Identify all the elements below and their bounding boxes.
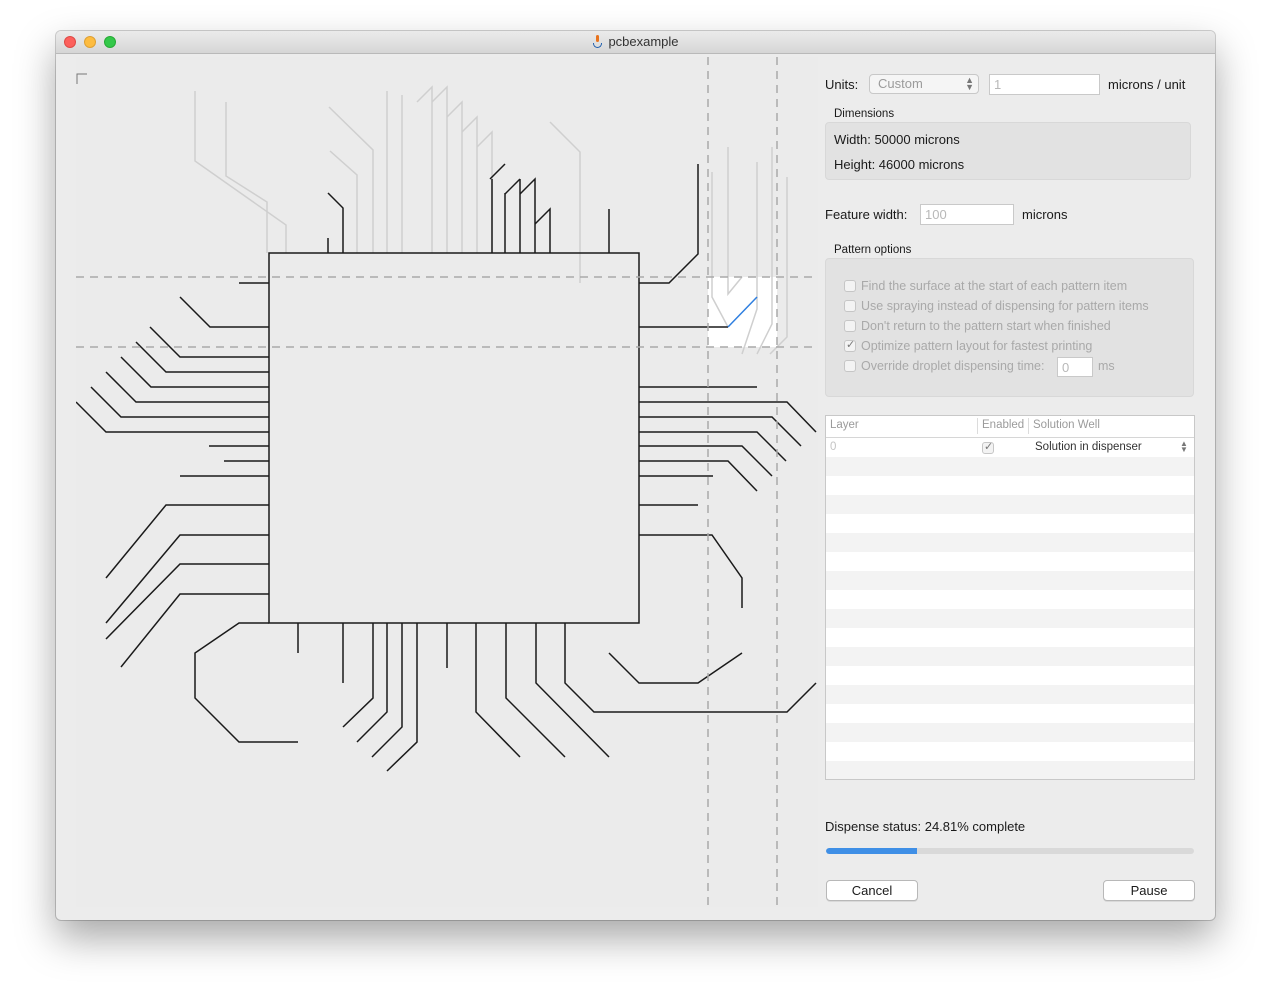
units-popup-value: Custom xyxy=(878,76,923,91)
option-dont-return[interactable]: Don't return to the pattern start when f… xyxy=(844,319,1111,335)
dispense-progress-bar xyxy=(826,848,1194,854)
pattern-canvas[interactable] xyxy=(76,57,818,907)
chip-outline xyxy=(268,252,640,624)
chevron-updown-icon: ▲ ▼ xyxy=(965,75,974,92)
column-header-enabled[interactable]: Enabled xyxy=(982,419,1024,431)
completed-traces xyxy=(76,163,817,772)
window-title: pcbexample xyxy=(56,34,1215,49)
units-popup[interactable]: Custom ▲ ▼ xyxy=(869,74,979,94)
pattern-options-group-label: Pattern options xyxy=(834,244,912,256)
layers-table[interactable]: Layer Enabled Solution Well 0 Solution i… xyxy=(825,415,1195,780)
origin-corner-mark xyxy=(76,73,87,84)
pcb-pattern-drawing xyxy=(76,57,818,907)
table-row[interactable]: 0 Solution in dispenser ▲▼ xyxy=(826,438,1194,457)
option-override-droplet[interactable]: Override droplet dispensing time: xyxy=(844,359,1044,375)
layer-enabled-checkbox[interactable] xyxy=(982,440,994,454)
pattern-options-group: Find the surface at the start of each pa… xyxy=(825,258,1194,397)
units-label: Units: xyxy=(825,77,859,92)
dimensions-width: Width: 50000 microns xyxy=(834,132,960,147)
app-window: pcbexample Units: Custom ▲ ▼ 1 microns /… xyxy=(56,31,1215,920)
option-use-spraying[interactable]: Use spraying instead of dispensing for p… xyxy=(844,299,1149,315)
dispense-progress-fill xyxy=(826,848,918,854)
dimensions-height: Height: 46000 microns xyxy=(834,157,965,172)
feature-width-suffix: microns xyxy=(1022,207,1068,222)
droplet-time-input[interactable]: 0 xyxy=(1057,357,1093,377)
layers-table-header: Layer Enabled Solution Well xyxy=(826,416,1194,438)
java-app-icon xyxy=(592,35,603,48)
checkbox-icon[interactable] xyxy=(844,338,856,352)
microns-per-unit-suffix: microns / unit xyxy=(1108,77,1186,92)
cancel-button[interactable]: Cancel xyxy=(826,880,918,901)
droplet-time-unit: ms xyxy=(1098,359,1115,373)
pause-button[interactable]: Pause xyxy=(1103,880,1195,901)
column-header-layer[interactable]: Layer xyxy=(830,419,859,431)
window-title-text: pcbexample xyxy=(608,34,679,49)
microns-per-unit-input[interactable]: 1 xyxy=(989,74,1100,95)
column-header-solution-well[interactable]: Solution Well xyxy=(1033,419,1100,431)
solution-well-popup[interactable]: Solution in dispenser xyxy=(1035,441,1142,453)
checkbox-icon[interactable] xyxy=(844,320,856,332)
checkbox-icon[interactable] xyxy=(844,300,856,312)
checkbox-icon[interactable] xyxy=(844,360,856,372)
option-optimize-layout[interactable]: Optimize pattern layout for fastest prin… xyxy=(844,338,1092,355)
dimensions-group: Width: 50000 microns Height: 46000 micro… xyxy=(825,122,1191,180)
layer-cell: 0 xyxy=(830,441,837,453)
dimensions-group-label: Dimensions xyxy=(834,108,895,120)
dispense-status-text: Dispense status: 24.81% complete xyxy=(825,819,1026,834)
title-bar[interactable]: pcbexample xyxy=(56,31,1215,54)
checkbox-icon[interactable] xyxy=(844,280,856,292)
feature-width-input[interactable]: 100 xyxy=(920,204,1014,225)
chevron-updown-icon[interactable]: ▲ ▼ xyxy=(1180,440,1188,454)
option-find-surface[interactable]: Find the surface at the start of each pa… xyxy=(844,279,1127,295)
feature-width-label: Feature width: xyxy=(825,207,908,222)
